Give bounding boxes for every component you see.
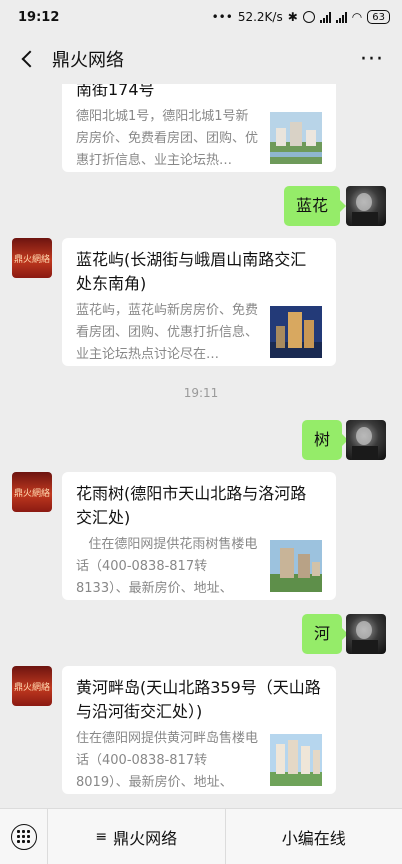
my-avatar[interactable] [346, 186, 386, 226]
link-card[interactable]: 黄河畔岛(天山北路359号（天山路与沿河街交汇处）) 住在德阳网提供黄河畔岛售楼… [62, 666, 336, 794]
menu-item-label: 小编在线 [281, 828, 346, 848]
card-description: 住在德阳网提供黄河畔岛售楼电话（400-0838-817转8019）、最新房价、… [76, 731, 258, 790]
bottom-menu: ≡ 鼎火网络 小编在线 [0, 808, 402, 864]
status-indicators: ••• 52.2K/s ✱ ◠ 63 [212, 10, 390, 24]
bot-avatar[interactable]: 鼎火網絡 [12, 238, 52, 278]
card-thumbnail [270, 112, 322, 164]
keyboard-icon [10, 823, 37, 850]
card-thumbnail [270, 540, 322, 592]
message-text: 蓝花 [296, 196, 329, 215]
bot-avatar[interactable]: 鼎火網絡 [12, 472, 52, 512]
link-card[interactable]: 蓝花屿(长湖街与峨眉山南路交汇处东南角) 蓝花屿，蓝花屿新房房价、免费看房团、团… [62, 238, 336, 366]
card-description: 蓝花屿，蓝花屿新房房价、免费看房团、团购、优惠打折信息、业主论坛热点讨论尽在… [76, 303, 258, 362]
alarm-icon [302, 11, 315, 23]
chat-title: 鼎火网络 [52, 50, 124, 71]
nav-bar: 鼎火网络 ··· [0, 34, 402, 84]
bot-avatar-text: 鼎火網絡 [13, 488, 50, 499]
message-timestamp: 19:11 [183, 386, 219, 400]
card-title: 黄河畔岛(天山北路359号（天山路与沿河街交汇处）) [76, 678, 321, 721]
bot-avatar-text: 鼎火網絡 [13, 254, 50, 265]
menu-item-editor-online[interactable]: 小编在线 [224, 808, 402, 864]
link-card[interactable]: 花雨树(德阳市天山北路与洛河路交汇处) 住在德阳网提供花雨树售楼电话（400-0… [62, 472, 336, 600]
keyboard-toggle-button[interactable] [0, 808, 48, 864]
signal-icon-2 [335, 11, 347, 23]
menu-icon: ≡ [95, 828, 108, 845]
menu-item-label: 鼎火网络 [113, 828, 178, 848]
message-text: 河 [314, 624, 331, 643]
more-options-icon[interactable]: ··· [356, 47, 388, 72]
my-avatar[interactable] [346, 614, 386, 654]
card-description: 住在德阳网提供花雨树售楼电话（400-0838-817转8133）、最新房价、地… [76, 537, 258, 596]
card-thumbnail [270, 306, 322, 358]
card-title: 蓝花屿(长湖街与峨眉山南路交汇处东南角) [76, 250, 307, 293]
sent-message-bubble[interactable]: 河 [302, 614, 349, 654]
status-time: 19:12 [18, 9, 60, 25]
bot-avatar-text: 鼎火網絡 [13, 682, 50, 693]
link-card[interactable]: 南街174号 德阳北城1号，德阳北城1号新房房价、免费看房团、团购、优惠打折信息… [62, 84, 336, 172]
chevron-left-icon [21, 50, 39, 68]
bluetooth-icon: ✱ [287, 10, 298, 24]
card-title: 南街174号 [76, 84, 155, 99]
sent-message-bubble[interactable]: 树 [302, 420, 349, 460]
sent-message-bubble[interactable]: 蓝花 [284, 186, 347, 226]
card-title: 花雨树(德阳市天山北路与洛河路交汇处) [76, 484, 307, 527]
battery-icon: 63 [367, 10, 390, 24]
battery-level: 63 [372, 11, 385, 23]
signal-icon-1 [319, 11, 331, 23]
my-avatar[interactable] [346, 420, 386, 460]
card-thumbnail [270, 734, 322, 786]
menu-item-dinghuo[interactable]: ≡ 鼎火网络 [48, 809, 225, 864]
card-description: 德阳北城1号，德阳北城1号新房房价、免费看房团、团购、优惠打折信息、业主论坛热… [76, 109, 258, 168]
status-bar: 19:12 ••• 52.2K/s ✱ ◠ 63 [0, 0, 402, 34]
chat-area[interactable]: 南街174号 德阳北城1号，德阳北城1号新房房价、免费看房团、团购、优惠打折信息… [0, 84, 402, 808]
back-button[interactable] [14, 45, 42, 73]
net-speed: 52.2K/s [237, 10, 283, 24]
bot-avatar[interactable]: 鼎火網絡 [12, 666, 52, 706]
wifi-icon: ◠ [351, 10, 363, 24]
status-dots: ••• [211, 10, 233, 24]
message-text: 树 [314, 430, 331, 449]
